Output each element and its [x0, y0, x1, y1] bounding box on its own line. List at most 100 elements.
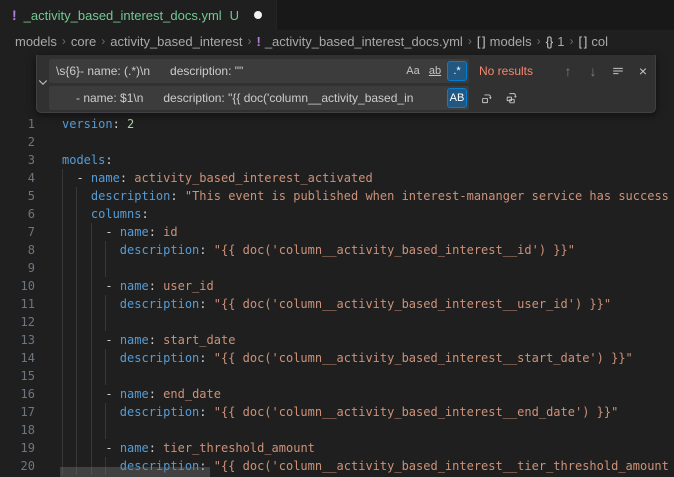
line-number: 5 [0, 187, 35, 205]
close-find-button[interactable]: × [633, 61, 653, 81]
code-line: 19 - name: tier_threshold_amount [0, 439, 674, 457]
tab-activity-based-interest-docs[interactable]: ! _activity_based_interest_docs.yml U [0, 0, 277, 30]
line-number: 7 [0, 223, 35, 241]
breadcrumb-separator: › [247, 34, 251, 48]
indent-guide [105, 259, 106, 277]
git-untracked-badge: U [230, 8, 239, 23]
line-number: 17 [0, 403, 35, 421]
find-input[interactable]: \s{6}- name: (.*)\n description: "" Aa a… [49, 59, 469, 83]
indent-guide [91, 421, 92, 439]
code-area[interactable]: 1version: 223models:4 - name: activity_b… [0, 115, 674, 475]
code-line: 17 description: "{{ doc('column__activit… [0, 403, 674, 421]
code-line: 9 [0, 259, 674, 277]
breadcrumb-separator: › [468, 34, 472, 48]
indent-guide [62, 421, 63, 439]
line-content: description: "{{ doc('column__activity_b… [62, 349, 633, 367]
line-number: 6 [0, 205, 35, 223]
code-line: 16 - name: end_date [0, 385, 674, 403]
code-line: 6 columns: [0, 205, 674, 223]
line-number: 20 [0, 457, 35, 475]
breadcrumb-item-1[interactable]: {}1 [546, 34, 565, 49]
breadcrumb-item-col[interactable]: [ ] col [579, 34, 608, 49]
line-content: description: "{{ doc('column__activity_b… [62, 241, 575, 259]
line-number: 10 [0, 277, 35, 295]
next-match-button[interactable]: ↓ [583, 61, 603, 81]
line-content: description: "{{ doc('column__activity_b… [62, 403, 618, 421]
code-line: 15 [0, 367, 674, 385]
breadcrumb-item-activity_based_interest[interactable]: activity_based_interest [110, 34, 242, 49]
whole-word-button[interactable]: ab [425, 61, 445, 81]
modified-dot-icon[interactable] [254, 11, 262, 19]
breadcrumb-separator: › [62, 34, 66, 48]
yaml-file-icon: ! [12, 7, 17, 23]
code-line: 4 - name: activity_based_interest_activa… [0, 169, 674, 187]
indent-guide [76, 421, 77, 439]
editor-pane[interactable]: 1version: 223models:4 - name: activity_b… [0, 52, 674, 477]
breadcrumb-separator: › [101, 34, 105, 48]
replace-value-text: - name: $1\n description: "{{ doc('colum… [49, 86, 469, 110]
indent-guide [76, 313, 77, 331]
indent-guide [105, 421, 106, 439]
find-replace-widget: \s{6}- name: (.*)\n description: "" Aa a… [36, 55, 656, 113]
indent-guide [62, 313, 63, 331]
indent-guide [76, 367, 77, 385]
code-line: 2 [0, 133, 674, 151]
line-number: 8 [0, 241, 35, 259]
indent-guide [76, 259, 77, 277]
breadcrumb-separator: › [537, 34, 541, 48]
code-line: 8 description: "{{ doc('column__activity… [0, 241, 674, 259]
line-content: - name: end_date [62, 385, 221, 403]
line-number: 15 [0, 367, 35, 385]
code-line: 14 description: "{{ doc('column__activit… [0, 349, 674, 367]
replace-input[interactable]: - name: $1\n description: "{{ doc('colum… [49, 86, 469, 110]
line-number: 2 [0, 133, 35, 151]
line-number: 12 [0, 313, 35, 331]
indent-guide [105, 367, 106, 385]
preserve-case-button[interactable]: AB [447, 88, 467, 108]
line-content: columns: [62, 205, 149, 223]
line-content: - name: id [62, 223, 178, 241]
code-line: 18 [0, 421, 674, 439]
line-content: description: "{{ doc('column__activity_b… [62, 295, 611, 313]
line-content: - name: start_date [62, 331, 235, 349]
line-number: 9 [0, 259, 35, 277]
match-case-button[interactable]: Aa [403, 61, 423, 81]
line-number: 13 [0, 331, 35, 349]
array-symbol-icon: [ ] [579, 34, 587, 49]
code-line: 1version: 2 [0, 115, 674, 133]
horizontal-scrollbar-slider[interactable] [60, 467, 210, 477]
breadcrumb: models › core › activity_based_interest › !_ac… [0, 30, 674, 52]
toggle-replace-button[interactable] [37, 55, 49, 112]
code-line: 12 [0, 313, 674, 331]
replace-all-button[interactable] [502, 88, 522, 108]
breadcrumb-item-models[interactable]: models [15, 34, 57, 49]
tab-title: _activity_based_interest_docs.yml [24, 8, 222, 23]
code-line: 11 description: "{{ doc('column__activit… [0, 295, 674, 313]
previous-match-button[interactable]: ↑ [558, 61, 578, 81]
yaml-symbol-icon: ! [256, 34, 259, 49]
line-number: 11 [0, 295, 35, 313]
breadcrumb-label: col [591, 34, 608, 49]
line-number: 14 [0, 349, 35, 367]
indent-guide [105, 313, 106, 331]
chevron-down-icon [37, 75, 49, 93]
breadcrumb-item-_activity_based_interest_docs.yml[interactable]: !_activity_based_interest_docs.yml [256, 34, 462, 49]
line-content: models: [62, 151, 113, 169]
breadcrumb-label: 1 [557, 34, 564, 49]
code-line: 5 description: "This event is published … [0, 187, 674, 205]
line-number: 16 [0, 385, 35, 403]
line-number: 1 [0, 115, 35, 133]
code-line: 13 - name: start_date [0, 331, 674, 349]
regex-button[interactable]: .* [447, 61, 467, 81]
breadcrumb-separator: › [570, 34, 574, 48]
replace-button[interactable] [477, 88, 497, 108]
tab-bar: ! _activity_based_interest_docs.yml U [0, 0, 674, 30]
breadcrumb-item-models[interactable]: [ ]models [477, 34, 532, 49]
code-line: 7 - name: id [0, 223, 674, 241]
find-in-selection-button[interactable] [608, 61, 628, 81]
line-number: 4 [0, 169, 35, 187]
array-symbol-icon: [ ] [477, 34, 485, 49]
line-number: 19 [0, 439, 35, 457]
line-content: - name: tier_threshold_amount [62, 439, 315, 457]
breadcrumb-item-core[interactable]: core [71, 34, 96, 49]
